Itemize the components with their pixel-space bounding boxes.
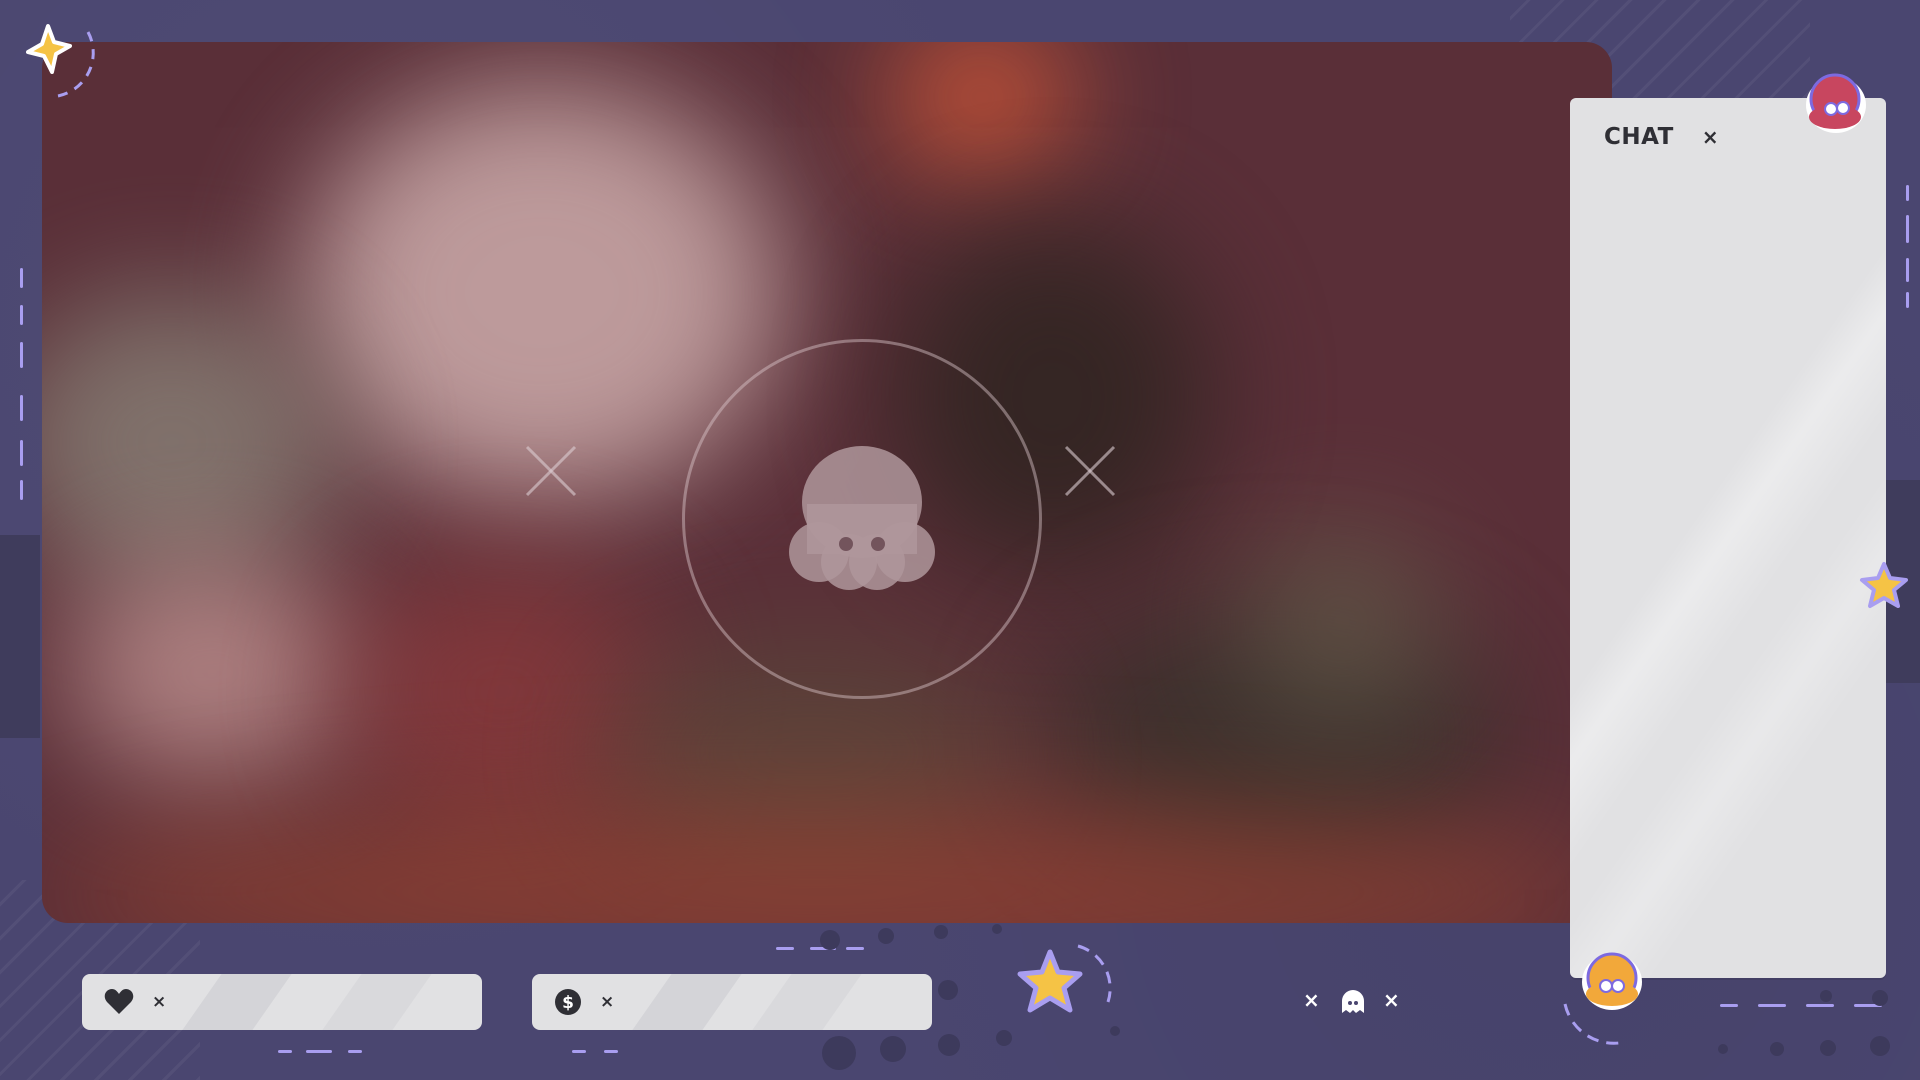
octopus-icon [789, 446, 935, 590]
dot-decoration [938, 980, 958, 1000]
star-icon [26, 24, 95, 98]
blur-blob [892, 42, 1072, 172]
dash-decoration [20, 305, 23, 325]
dot-decoration [992, 924, 1002, 934]
webcam-placeholder [682, 339, 1042, 699]
dot-decoration [1820, 1040, 1836, 1056]
close-icon [1064, 445, 1116, 497]
dash-decoration [572, 1050, 586, 1053]
dot-decoration [1872, 990, 1888, 1006]
donations-separator: × [600, 992, 615, 1012]
dash-decoration [20, 480, 23, 500]
dot-decoration [878, 928, 894, 944]
octopus-mascot-icon [1806, 73, 1866, 133]
svg-text:$: $ [562, 993, 574, 1013]
dash-decoration [20, 342, 23, 368]
dot-decoration [1820, 990, 1832, 1002]
decoration-x-right: × [1383, 988, 1400, 1012]
chat-panel: CHAT × [1570, 98, 1886, 978]
dash-decoration [1758, 1004, 1786, 1007]
bar-streak [322, 974, 432, 1030]
bar-streak [632, 974, 742, 1030]
dash-decoration [306, 1050, 332, 1053]
dot-decoration [880, 1036, 906, 1062]
dollar-icon: $ [555, 989, 581, 1015]
chat-close-button[interactable]: × [1702, 127, 1719, 147]
chat-background [1570, 98, 1886, 978]
side-panel-left [0, 535, 40, 738]
dot-decoration [1770, 1042, 1784, 1056]
dot-decoration [1718, 1044, 1728, 1054]
decoration-x-left: × [1303, 988, 1320, 1012]
dot-decoration [822, 1036, 856, 1070]
likes-separator: × [152, 992, 167, 1012]
dot-decoration [1870, 1036, 1890, 1056]
dash-decoration [604, 1050, 618, 1053]
ghost-icon [1342, 990, 1364, 1013]
chat-title: CHAT [1604, 124, 1674, 150]
blur-blob [42, 292, 342, 592]
dash-decoration [1906, 185, 1909, 201]
close-icon [525, 445, 577, 497]
dot-decoration [934, 925, 948, 939]
dash-decoration [1906, 292, 1909, 308]
dot-decoration [820, 930, 840, 950]
star-icon [1860, 562, 1908, 608]
heart-icon [104, 989, 134, 1014]
dash-decoration [846, 947, 864, 950]
dot-decoration [938, 1034, 960, 1056]
dash-decoration [1720, 1004, 1738, 1007]
dash-decoration [348, 1050, 362, 1053]
star-icon [1017, 944, 1112, 1013]
video-area [42, 42, 1612, 923]
dash-decoration [776, 947, 794, 950]
bar-streak [182, 974, 292, 1030]
dash-decoration [1906, 258, 1909, 282]
blur-blob [62, 562, 362, 782]
likes-bar: × [82, 974, 482, 1030]
bar-streak [752, 974, 862, 1030]
dash-decoration [20, 268, 23, 288]
dash-decoration [278, 1050, 292, 1053]
dash-decoration [20, 440, 23, 466]
dash-decoration [1806, 1004, 1834, 1007]
donations-bar: $ × [532, 974, 932, 1030]
blur-blob [1242, 522, 1442, 722]
chat-header: CHAT × [1604, 124, 1719, 150]
dash-decoration [20, 395, 23, 421]
octopus-mascot-icon [1563, 952, 1642, 1045]
dash-decoration [1906, 215, 1909, 243]
